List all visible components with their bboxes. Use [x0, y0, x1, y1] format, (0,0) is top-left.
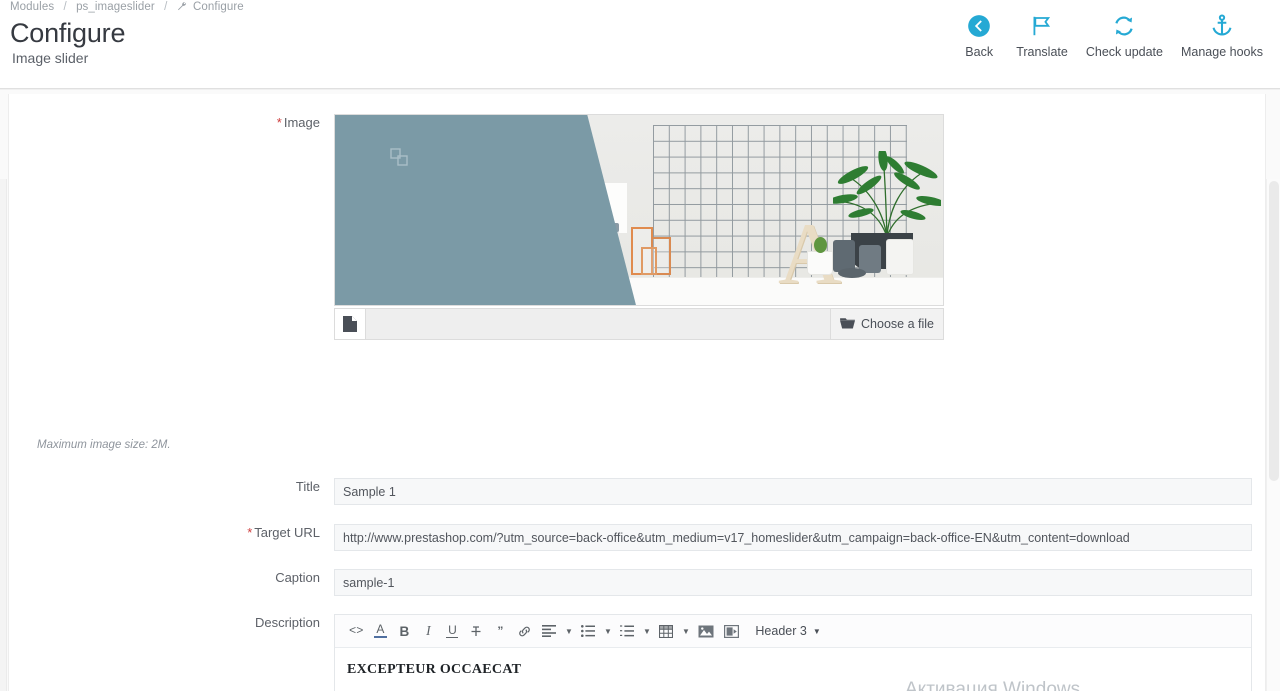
title-input[interactable] [334, 478, 1252, 505]
target-url-label-text: Target URL [254, 525, 320, 540]
insert-image-icon[interactable] [694, 618, 718, 644]
breadcrumb: Modules / ps_imageslider / Configure [10, 0, 244, 13]
paragraph-style-value: Header 3 [755, 624, 807, 638]
unordered-list-dropdown-caret-icon[interactable]: ▼ [601, 627, 614, 636]
source-code-icon[interactable]: <> [345, 618, 367, 644]
insert-video-icon[interactable] [720, 618, 743, 644]
preview-plant [828, 147, 943, 238]
ordered-list-dropdown-caret-icon[interactable]: ▼ [640, 627, 653, 636]
arrow-circle-left-icon [966, 11, 992, 41]
description-label: Description [254, 615, 320, 630]
title-label: Title [295, 479, 320, 494]
image-size-hint: Maximum image size: 2M. [37, 439, 171, 451]
target-url-label: * Target URL [9, 524, 334, 542]
paragraph-style-dropdown[interactable]: Header 3 ▼ [755, 624, 820, 638]
italic-icon[interactable]: I [417, 618, 439, 644]
file-name-display [366, 309, 830, 339]
target-url-input[interactable] [334, 524, 1252, 551]
link-icon[interactable] [513, 618, 536, 644]
chevron-down-icon: ▼ [812, 626, 821, 636]
flag-icon [1029, 11, 1055, 41]
title-block: Configure Image slider [10, 18, 125, 67]
image-label: * Image [9, 114, 334, 132]
vertical-scrollbar[interactable] [1266, 179, 1280, 691]
breadcrumb-separator: / [63, 1, 67, 13]
font-color-icon[interactable]: A [369, 618, 391, 644]
required-marker: * [276, 115, 282, 130]
choose-file-label: Choose a file [861, 317, 934, 331]
manage-hooks-button[interactable]: Manage hooks [1172, 11, 1272, 59]
refresh-icon [1111, 11, 1137, 41]
blockquote-icon[interactable]: ” [489, 618, 511, 644]
page-subtitle: Image slider [12, 50, 89, 66]
form-row-title: Title [9, 478, 1252, 505]
translate-button[interactable]: Translate [1007, 11, 1077, 59]
bold-icon[interactable]: B [393, 618, 415, 644]
ordered-list-icon[interactable] [616, 618, 638, 644]
preview-lantern-3 [641, 247, 657, 275]
description-heading: EXCEPTEUR OCCAECAT [347, 662, 522, 677]
choose-file-button[interactable]: Choose a file [830, 309, 943, 339]
back-button-label: Back [965, 45, 994, 59]
anchor-icon [1209, 11, 1235, 41]
folder-open-icon [840, 317, 855, 332]
strikethrough-icon[interactable] [465, 618, 487, 644]
preview-dish [838, 268, 866, 278]
scrollbar-thumb[interactable] [1269, 181, 1279, 481]
form-row-image: *Image A [9, 114, 944, 340]
breadcrumb-separator: / [164, 1, 168, 13]
required-marker: * [247, 525, 253, 540]
image-label-text: Image [283, 115, 320, 130]
breadcrumb-item-ps-imageslider[interactable]: ps_imageslider [76, 1, 155, 13]
file-icon [335, 309, 366, 339]
breadcrumb-item-modules[interactable]: Modules [10, 1, 54, 13]
breadcrumb-item-configure[interactable]: Configure [193, 1, 244, 13]
unordered-list-icon[interactable] [577, 618, 599, 644]
form-row-target-url: * Target URL [9, 524, 1252, 551]
form-row-description: Description <> A B I U ” ▼ ▼ ▼ ▼ Header … [9, 614, 1252, 691]
configure-form-card: *Image A [8, 94, 1266, 691]
align-dropdown-caret-icon[interactable]: ▼ [562, 627, 575, 636]
editor-toolbar: <> A B I U ” ▼ ▼ ▼ ▼ Header 3 ▼ [335, 615, 1251, 648]
back-button[interactable]: Back [951, 11, 1007, 59]
page-header: Modules / ps_imageslider / Configure Con… [0, 0, 1280, 89]
file-input-row[interactable]: Choose a file [334, 308, 944, 340]
underline-icon[interactable]: U [441, 618, 463, 644]
editor-content[interactable]: EXCEPTEUR OCCAECAT Lorem ipsum dolor sit… [335, 648, 1251, 691]
align-left-icon[interactable] [538, 618, 560, 644]
check-update-button-label: Check update [1085, 45, 1163, 59]
image-preview-scene: A [335, 115, 943, 305]
page-title: Configure [10, 18, 126, 48]
preview-cactus-pot [807, 251, 833, 275]
caption-input[interactable] [334, 569, 1252, 596]
translate-button-label: Translate [1016, 45, 1068, 59]
image-upload-group: A [334, 114, 944, 340]
preview-vase-3 [886, 239, 914, 275]
table-dropdown-caret-icon[interactable]: ▼ [679, 627, 692, 636]
content-area: *Image A [0, 89, 1280, 691]
image-preview[interactable]: A [334, 114, 944, 306]
left-rail [0, 179, 7, 691]
manage-hooks-button-label: Manage hooks [1180, 45, 1263, 59]
crop-overlay-icon [390, 148, 410, 168]
table-icon[interactable] [655, 618, 677, 644]
wrench-icon [177, 1, 187, 14]
header-toolbar: Back Translate Check update Manage hooks [951, 11, 1272, 59]
preview-cactus [814, 237, 827, 253]
check-update-button[interactable]: Check update [1077, 11, 1172, 59]
rich-text-editor: <> A B I U ” ▼ ▼ ▼ ▼ Header 3 ▼ EXCEPTEU… [334, 614, 1252, 691]
caption-label: Caption [275, 570, 320, 585]
form-row-caption: Caption [9, 569, 1252, 596]
